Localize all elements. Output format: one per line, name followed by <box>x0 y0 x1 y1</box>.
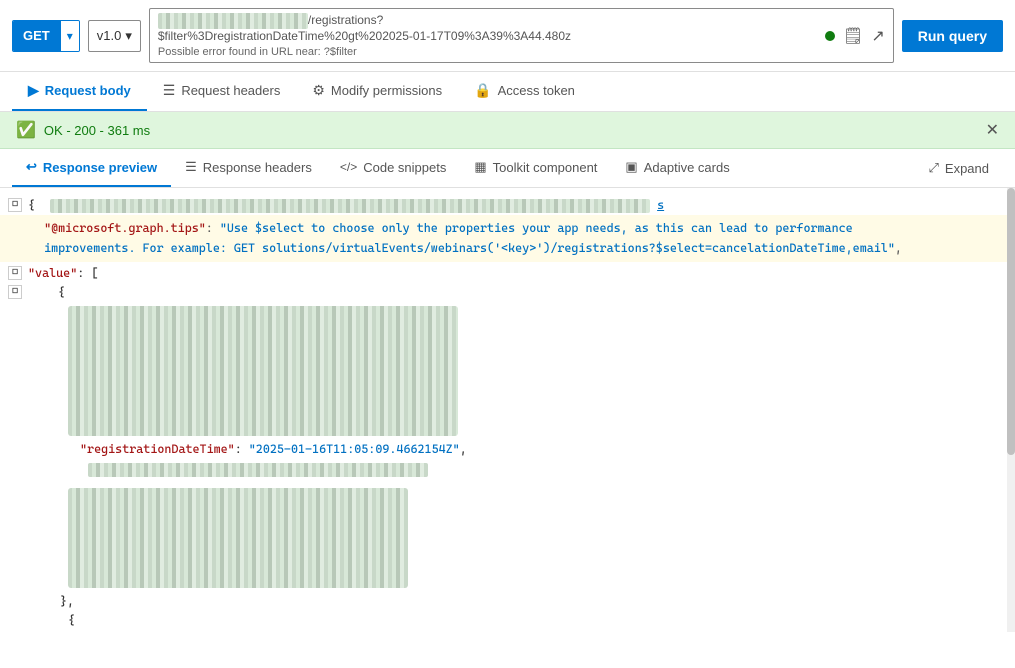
tip-line: "@microsoft.graph.tips": "Use $select to… <box>0 215 1015 261</box>
code-line-open-brace: □ { s <box>0 196 1015 215</box>
code-snippets-icon: </> <box>340 160 357 174</box>
tab-toolkit-component-label: Toolkit component <box>493 160 598 175</box>
tab-code-snippets-label: Code snippets <box>363 160 446 175</box>
status-text: ✅ OK - 200 - 361 ms <box>16 120 150 140</box>
toolbar: GET ▾ v1.0 ▾ /registrations?$filter%3Dre… <box>0 0 1015 72</box>
save-icon[interactable]: 🗒 <box>843 26 863 46</box>
connection-status-dot <box>825 31 835 41</box>
response-area: ↩ Response preview ☰ Response headers </… <box>0 149 1015 632</box>
tab-modify-permissions-label: Modify permissions <box>331 83 442 98</box>
url-prefix <box>158 13 308 29</box>
request-tab-bar: ▶ Request body ☰ Request headers ⚙ Modif… <box>0 72 1015 112</box>
expand-label: Expand <box>945 161 989 176</box>
method-dropdown[interactable]: ▾ <box>60 21 79 51</box>
code-line-item-open-2: { <box>0 611 1015 630</box>
url-error-message: Possible error found in URL near: ?$filt… <box>158 46 885 58</box>
share-icon[interactable]: ↗ <box>871 26 884 46</box>
toolkit-component-icon: ▦ <box>474 159 486 175</box>
tab-response-preview[interactable]: ↩ Response preview <box>12 149 171 187</box>
tab-adaptive-cards-label: Adaptive cards <box>644 160 730 175</box>
version-chevron-icon: ▾ <box>125 28 132 44</box>
status-message: OK - 200 - 361 ms <box>44 123 150 138</box>
status-check-icon: ✅ <box>16 120 36 140</box>
tab-access-token-label: Access token <box>498 83 575 98</box>
tab-code-snippets[interactable]: </> Code snippets <box>326 150 460 187</box>
response-headers-icon: ☰ <box>185 159 197 175</box>
reg-datetime-key: "registrationDateTime" <box>80 442 235 456</box>
tab-response-headers-label: Response headers <box>203 160 312 175</box>
url-icons: 🗒 ↗ <box>825 26 885 46</box>
version-select[interactable]: v1.0 ▾ <box>88 20 141 52</box>
tip-key: "@microsoft.graph.tips" <box>44 221 206 235</box>
code-line-close-brace-1: }, <box>0 592 1015 611</box>
code-line-item-open: □ { <box>0 283 1015 302</box>
status-bar: ✅ OK - 200 - 361 ms ✕ <box>0 112 1015 149</box>
version-label: v1.0 <box>97 28 122 43</box>
collapse-button-root[interactable]: □ <box>8 198 22 212</box>
tab-request-body[interactable]: ▶ Request body <box>12 72 147 111</box>
expand-icon: ⤢ <box>929 160 939 176</box>
collapse-button-value[interactable]: □ <box>8 266 22 280</box>
tab-request-headers[interactable]: ☰ Request headers <box>147 72 297 111</box>
url-input-container: /registrations?$filter%3DregistrationDat… <box>149 8 894 63</box>
response-code-area[interactable]: □ { s "@microsoft.graph.tips": "U <box>0 188 1015 632</box>
blurred-block-2 <box>8 488 1007 588</box>
tab-response-preview-label: Response preview <box>43 160 157 175</box>
access-token-icon: 🔒 <box>474 82 491 99</box>
tab-access-token[interactable]: 🔒 Access token <box>458 72 591 111</box>
code-line-registration-datetime: "registrationDateTime": "2025-01-16T11:0… <box>0 440 1015 459</box>
collapse-button-item[interactable]: □ <box>8 285 22 299</box>
link-s[interactable]: s <box>657 198 664 212</box>
scrollbar-thumb[interactable] <box>1007 188 1015 454</box>
url-display[interactable]: /registrations?$filter%3DregistrationDat… <box>158 13 885 44</box>
close-brace-1: }, <box>60 594 74 608</box>
blurred-block-1 <box>8 306 1007 436</box>
expand-button[interactable]: ⤢ Expand <box>915 150 1004 186</box>
blurred-first-line <box>50 199 650 213</box>
tab-request-body-label: Request body <box>45 83 131 98</box>
modify-permissions-icon: ⚙ <box>312 82 325 99</box>
open-brace: { <box>28 198 35 212</box>
status-close-button[interactable]: ✕ <box>986 120 999 140</box>
code-line-value: □ "value": [ <box>0 264 1015 283</box>
method-select[interactable]: GET ▾ <box>12 20 80 52</box>
tab-response-headers[interactable]: ☰ Response headers <box>171 149 326 187</box>
reg-datetime-value: "2025-01-16T11:05:09.4662154Z" <box>249 442 460 456</box>
tab-modify-permissions[interactable]: ⚙ Modify permissions <box>296 72 458 111</box>
request-body-icon: ▶ <box>28 82 39 99</box>
response-tab-bar: ↩ Response preview ☰ Response headers </… <box>0 149 1015 188</box>
response-preview-icon: ↩ <box>26 159 37 175</box>
value-key: "value" <box>28 266 77 280</box>
blurred-line-after-reg <box>8 463 1007 483</box>
run-query-button[interactable]: Run query <box>902 20 1003 52</box>
adaptive-cards-icon: ▣ <box>625 159 637 175</box>
method-label: GET <box>13 21 60 51</box>
scrollbar-track[interactable] <box>1007 188 1015 632</box>
tab-adaptive-cards[interactable]: ▣ Adaptive cards <box>611 149 743 187</box>
tab-request-headers-label: Request headers <box>181 83 280 98</box>
request-headers-icon: ☰ <box>163 82 176 99</box>
tab-toolkit-component[interactable]: ▦ Toolkit component <box>460 149 611 187</box>
open-brace-2: { <box>68 613 75 627</box>
